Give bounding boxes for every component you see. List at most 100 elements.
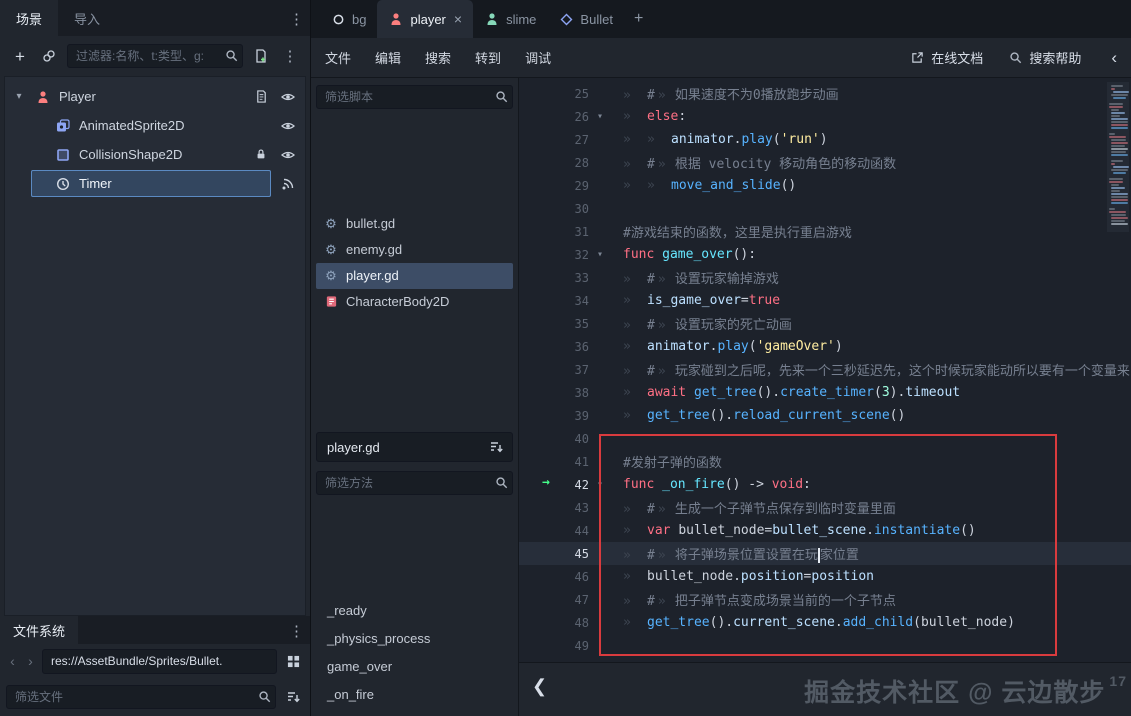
code-line-25[interactable]: 25 » #» 如果速度不为0播放跑步动画 <box>519 82 1131 105</box>
forward-icon[interactable]: › <box>24 653 37 669</box>
line-number[interactable]: 46 <box>519 570 589 584</box>
tree-item-AnimatedSprite2D[interactable]: AnimatedSprite2D <box>5 111 305 140</box>
tree-item-Timer[interactable]: Timer <box>5 169 305 198</box>
menu-调试[interactable]: 调试 <box>525 48 551 67</box>
menu-搜索[interactable]: 搜索 <box>425 48 451 67</box>
filesystem-path-input[interactable] <box>42 648 277 674</box>
line-number[interactable]: 28 <box>519 156 589 170</box>
method-item-_physics_process[interactable]: _physics_process <box>316 625 513 653</box>
code-line-38[interactable]: 38 » await get_tree().create_timer(3).time… <box>519 381 1131 404</box>
fold-arrow-icon[interactable]: ▾ <box>589 111 611 122</box>
line-number[interactable]: 42 <box>519 478 589 492</box>
script-item-bullet.gd[interactable]: ⚙ bullet.gd <box>316 211 513 237</box>
code-line-47[interactable]: 47 » #» 把子弹节点变成场景当前的一个子节点 <box>519 588 1131 611</box>
line-number[interactable]: 41 <box>519 455 589 469</box>
code-line-41[interactable]: 41 #发射子弹的函数 <box>519 450 1131 473</box>
script-item-CharacterBody2D[interactable]: CharacterBody2D <box>316 289 513 315</box>
line-number[interactable]: 39 <box>519 409 589 423</box>
scripts-panel-toggle-icon[interactable]: ❮ <box>532 676 547 697</box>
code-line-28[interactable]: 28 » #» 根据 velocity 移动角色的移动函数 <box>519 151 1131 174</box>
menu-转到[interactable]: 转到 <box>475 48 501 67</box>
line-number[interactable]: 30 <box>519 202 589 216</box>
code-editor[interactable]: 25» #» 如果速度不为0播放跑步动画 26 ▾» else: 27»» animator.… <box>519 78 1131 662</box>
methods-filter-input[interactable] <box>316 471 513 496</box>
new-scene-tab-button[interactable]: + <box>624 0 653 38</box>
scene-tab-Bullet[interactable]: Bullet <box>547 0 624 38</box>
scene-dock-menu-icon[interactable]: ⋮ <box>289 10 304 28</box>
line-number[interactable]: 33 <box>519 271 589 285</box>
code-line-31[interactable]: 31 #游戏结束的函数，这里是执行重启游戏 <box>519 220 1131 243</box>
line-number[interactable]: 29 <box>519 179 589 193</box>
method-item-_on_fire[interactable]: _on_fire <box>316 681 513 709</box>
line-number[interactable]: 44 <box>519 524 589 538</box>
script-item-player.gd[interactable]: ⚙ player.gd <box>316 262 513 289</box>
filesystem-filter-input[interactable] <box>6 685 276 709</box>
fold-arrow-icon[interactable]: ▾ <box>589 479 611 490</box>
code-line-27[interactable]: 27 »» animator.play('run') <box>519 128 1131 151</box>
code-line-48[interactable]: 48 » get_tree().current_scene.add_child(bu… <box>519 611 1131 634</box>
lock-icon[interactable] <box>252 144 270 166</box>
add-node-icon[interactable]: + <box>9 45 31 67</box>
tree-item-Player[interactable]: ▾ Player <box>5 82 305 111</box>
code-line-44[interactable]: 44 » var bullet_node=bullet_scene.instanti… <box>519 519 1131 542</box>
code-line-39[interactable]: 39 » get_tree().reload_current_scene() <box>519 404 1131 427</box>
code-line-40[interactable]: 40 <box>519 427 1131 450</box>
dock-tab-场景[interactable]: 场景 <box>0 0 59 36</box>
line-number[interactable]: 27 <box>519 133 589 147</box>
instance-scene-icon[interactable] <box>38 45 60 67</box>
code-line-43[interactable]: 43 » #» 生成一个子弹节点保存到临时变量里面 <box>519 496 1131 519</box>
code-line-37[interactable]: 37 » #» 玩家碰到之后呢，先来一个三秒延迟先，这个时候玩家能动所以要有一个变量来 <box>519 358 1131 381</box>
minimap[interactable] <box>1107 82 1129 232</box>
script-item-enemy.gd[interactable]: ⚙ enemy.gd <box>316 237 513 263</box>
code-line-46[interactable]: 46 » bullet_node.position=position <box>519 565 1131 588</box>
line-number[interactable]: 36 <box>519 340 589 354</box>
line-number[interactable]: 34 <box>519 294 589 308</box>
scene-tab-player[interactable]: player × <box>377 0 474 38</box>
file-sort-icon[interactable] <box>282 686 304 708</box>
menu-编辑[interactable]: 编辑 <box>375 48 401 67</box>
method-item-game_over[interactable]: game_over <box>316 653 513 681</box>
close-tab-icon[interactable]: × <box>454 11 462 27</box>
online-docs-button[interactable]: 在线文档 <box>909 48 983 67</box>
search-help-button[interactable]: 搜索帮助 <box>1007 48 1081 67</box>
code-line-32[interactable]: 32 ▾ func game_over(): <box>519 243 1131 266</box>
scene-tab-slime[interactable]: slime <box>473 0 547 38</box>
method-sort-icon[interactable] <box>485 436 507 458</box>
code-line-49[interactable]: 49 <box>519 634 1131 657</box>
dock-tab-导入[interactable]: 导入 <box>58 0 116 36</box>
filesystem-tab[interactable]: 文件系统 <box>0 616 79 644</box>
code-line-35[interactable]: 35 » #» 设置玩家的死亡动画 <box>519 312 1131 335</box>
line-number[interactable]: 26 <box>519 110 589 124</box>
split-view-icon[interactable] <box>282 650 304 672</box>
line-number[interactable]: 48 <box>519 616 589 630</box>
line-number[interactable]: 31 <box>519 225 589 239</box>
eye-icon[interactable] <box>279 86 297 108</box>
eye-icon[interactable] <box>279 144 297 166</box>
scene-filter-input[interactable] <box>67 44 243 68</box>
collapse-panel-icon[interactable]: ‹ <box>1111 48 1117 68</box>
scene-tree[interactable]: ▾ Player AnimatedSprite2D CollisionShape2D T… <box>4 76 306 616</box>
line-number[interactable]: 43 <box>519 501 589 515</box>
code-line-45[interactable]: 45 » #» 将子弹场景位置设置在玩 家位置 <box>519 542 1131 565</box>
expand-arrow-icon[interactable]: ▾ <box>11 91 27 102</box>
line-number[interactable]: 35 <box>519 317 589 331</box>
line-number[interactable]: 37 <box>519 363 589 377</box>
scene-tab-bg[interactable]: bg <box>319 0 377 38</box>
line-number[interactable]: 45 <box>519 547 589 561</box>
code-line-34[interactable]: 34 » is_game_over=true <box>519 289 1131 312</box>
line-number[interactable]: 32 <box>519 248 589 262</box>
scripts-filter-input[interactable] <box>316 85 513 109</box>
code-line-36[interactable]: 36 » animator.play('gameOver') <box>519 335 1131 358</box>
line-number[interactable]: 38 <box>519 386 589 400</box>
line-number[interactable]: 40 <box>519 432 589 446</box>
attach-script-icon[interactable] <box>250 45 272 67</box>
code-line-33[interactable]: 33 » #» 设置玩家输掉游戏 <box>519 266 1131 289</box>
signal-icon[interactable] <box>279 173 297 195</box>
code-line-29[interactable]: 29 »» move_and_slide() <box>519 174 1131 197</box>
method-item-_ready[interactable]: _ready <box>316 597 513 625</box>
menu-文件[interactable]: 文件 <box>325 48 351 67</box>
script-icon[interactable] <box>252 86 270 108</box>
back-icon[interactable]: ‹ <box>6 653 19 669</box>
line-number[interactable]: 49 <box>519 639 589 653</box>
code-line-42[interactable]: → 42 ▾ func _on_fire() -> void: <box>519 473 1131 496</box>
